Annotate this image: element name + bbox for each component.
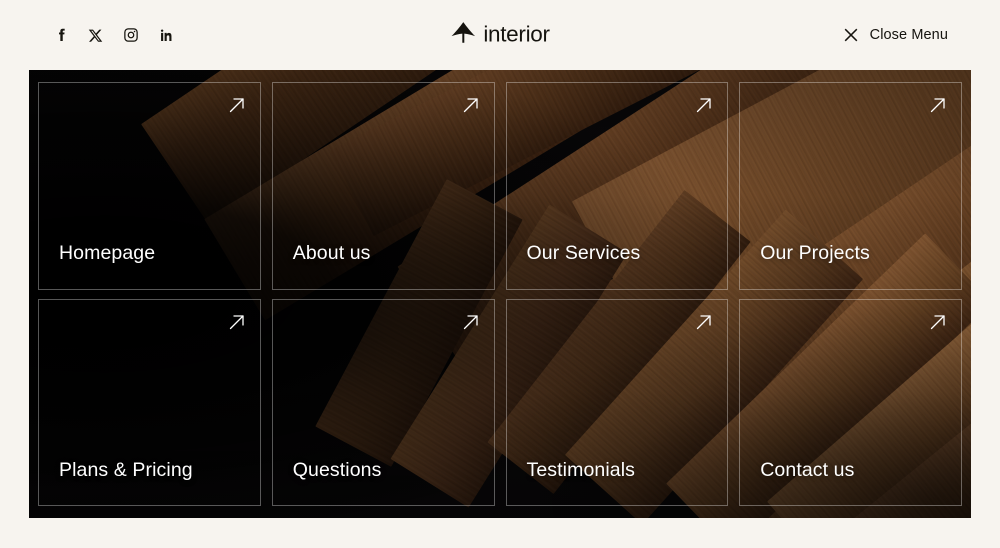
close-menu-button[interactable]: Close Menu <box>844 27 948 43</box>
menu-item-questions[interactable]: Questions <box>271 298 495 506</box>
arrow-up-right-icon <box>695 96 713 114</box>
menu-item-label: Homepage <box>59 242 156 264</box>
arch-logo-icon <box>450 21 476 50</box>
close-menu-label: Close Menu <box>869 27 948 43</box>
menu-item-label: Contact us <box>760 458 855 481</box>
menu-item-about-us[interactable]: About us <box>271 82 495 290</box>
arrow-up-right-icon <box>695 313 713 331</box>
menu-item-plans-and-pricing[interactable]: Plans & Pricing <box>38 298 261 506</box>
arrow-up-right-icon <box>929 313 947 331</box>
menu-item-testimonials[interactable]: Testimonials <box>505 298 729 506</box>
arrow-up-right-icon <box>462 313 480 331</box>
brand-logo[interactable]: interior <box>450 21 550 50</box>
facebook-icon[interactable] <box>52 27 69 44</box>
menu-grid: Homepage About us Our Services Our Proje… <box>38 82 962 506</box>
menu-item-contact-us[interactable]: Contact us <box>739 298 962 506</box>
menu-item-label: About us <box>292 242 371 264</box>
brand-name: interior <box>483 21 550 47</box>
menu-item-label: Our Projects <box>760 242 870 264</box>
menu-item-label: Questions <box>292 458 382 481</box>
menu-item-homepage[interactable]: Homepage <box>38 82 261 290</box>
linkedin-icon[interactable] <box>157 27 174 44</box>
social-links <box>52 27 174 44</box>
menu-item-label: Our Services <box>526 242 641 264</box>
arrow-up-right-icon <box>929 96 947 114</box>
arrow-up-right-icon <box>462 96 480 114</box>
menu-item-label: Testimonials <box>526 458 635 481</box>
menu-hero: Homepage About us Our Services Our Proje… <box>29 70 971 518</box>
menu-item-label: Plans & Pricing <box>59 458 193 481</box>
arrow-up-right-icon <box>228 313 246 331</box>
site-header: interior Close Menu <box>0 0 1000 70</box>
instagram-icon[interactable] <box>122 27 139 44</box>
x-twitter-icon[interactable] <box>87 27 104 44</box>
menu-overlay-page: interior Close Menu Homepage About us Ou… <box>0 0 1000 548</box>
menu-item-our-projects[interactable]: Our Projects <box>739 82 962 290</box>
arrow-up-right-icon <box>228 96 246 114</box>
close-icon <box>844 28 858 42</box>
menu-item-our-services[interactable]: Our Services <box>505 82 729 290</box>
